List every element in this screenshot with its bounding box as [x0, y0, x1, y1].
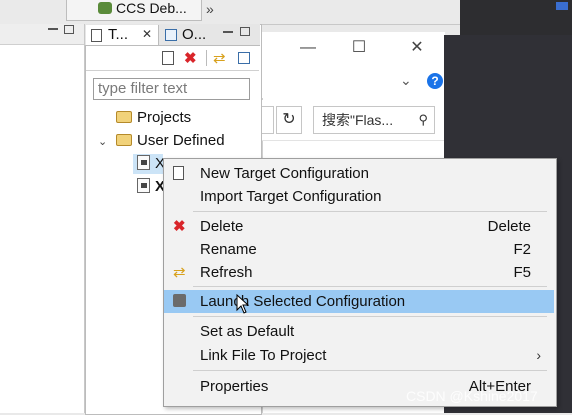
- explorer-refresh-button[interactable]: ↻: [276, 106, 302, 134]
- menu-separator: [193, 286, 547, 287]
- tab-outline[interactable]: O...: [160, 25, 214, 45]
- menu-separator: [193, 316, 547, 317]
- menu-item-new-target-configuration[interactable]: New Target Configuration: [164, 162, 554, 185]
- menu-item-link-file-to-project[interactable]: Link File To Project ›: [164, 344, 554, 367]
- mouse-cursor-icon: [236, 294, 250, 314]
- maximize-view-icon[interactable]: [240, 27, 250, 36]
- delete-icon[interactable]: ✖: [184, 49, 197, 67]
- menu-item-label: Properties: [200, 378, 269, 395]
- menu-item-rename[interactable]: Rename F2: [164, 238, 554, 261]
- menu-item-label: Rename: [200, 241, 257, 258]
- tree-item-user-defined[interactable]: ⌄ User Defined: [98, 131, 225, 151]
- close-tab-icon[interactable]: ✕: [142, 27, 152, 41]
- maximize-view-icon[interactable]: [64, 25, 74, 34]
- tree-item-config-selected[interactable]: X: [133, 154, 165, 174]
- outline-tab-title: O...: [182, 26, 207, 43]
- left-empty-view: [0, 24, 85, 413]
- delete-icon: ✖: [173, 218, 186, 235]
- menu-item-label: Delete: [200, 218, 244, 235]
- new-config-icon: [173, 166, 184, 180]
- menu-item-label: Set as Default: [200, 323, 295, 340]
- watermark: CSDN @Kshine2017: [406, 388, 538, 404]
- address-dropdown[interactable]: [262, 106, 274, 134]
- minimize-view-icon[interactable]: [48, 28, 58, 30]
- tab-target-configurations[interactable]: T... ✕: [86, 25, 159, 45]
- collapse-all-icon[interactable]: [238, 52, 250, 64]
- target-config-tab-icon: [91, 29, 102, 42]
- menu-item-label: Import Target Configuration: [200, 188, 382, 205]
- perspective-overflow-button[interactable]: »: [206, 0, 226, 20]
- minimize-view-icon[interactable]: [223, 31, 233, 33]
- menu-item-delete[interactable]: ✖ Delete Delete: [164, 215, 554, 238]
- refresh-icon: ⇄: [173, 264, 186, 281]
- tree-item-label: User Defined: [137, 132, 225, 149]
- launch-icon: [173, 294, 186, 307]
- folder-open-icon: [116, 134, 132, 146]
- expand-chevron-icon[interactable]: ⌄: [98, 132, 110, 152]
- refresh-icon[interactable]: ⇄: [213, 49, 226, 67]
- explorer-search-input[interactable]: 搜索"Flas... ⚲: [313, 106, 435, 134]
- menu-accelerator: F2: [513, 241, 531, 258]
- perspective-name: CCS Deb...: [116, 0, 187, 16]
- tree-item-label: Projects: [137, 109, 192, 126]
- submenu-arrow-icon: ›: [536, 347, 541, 363]
- menu-item-label: New Target Configuration: [200, 165, 369, 182]
- outline-tab-icon: [165, 29, 177, 41]
- menu-item-label: Launch Selected Configuration: [200, 293, 406, 310]
- tree-item-config[interactable]: X: [133, 177, 165, 197]
- target-config-file-icon: [137, 178, 150, 193]
- menu-item-import-target-configuration[interactable]: Import Target Configuration: [164, 185, 554, 208]
- menu-separator: [193, 370, 547, 371]
- menu-item-label: Refresh: [200, 264, 253, 281]
- target-config-file-icon: [137, 155, 150, 170]
- folder-icon: [116, 111, 132, 123]
- menu-item-refresh[interactable]: ⇄ Refresh F5: [164, 261, 554, 284]
- desktop-background: [460, 0, 572, 35]
- menu-item-launch-selected-configuration[interactable]: Launch Selected Configuration: [164, 290, 554, 313]
- window-close-button[interactable]: ✕: [405, 36, 429, 60]
- search-icon: ⚲: [418, 112, 428, 127]
- tree-item-projects[interactable]: Projects: [116, 108, 191, 128]
- chevron-down-icon[interactable]: ⌄: [400, 72, 412, 89]
- menu-item-set-as-default[interactable]: Set as Default: [164, 320, 554, 343]
- perspective-label[interactable]: CCS Deb...: [98, 0, 187, 16]
- menu-accelerator: F5: [513, 264, 531, 281]
- menu-separator: [193, 211, 547, 212]
- explorer-ribbon: [262, 64, 444, 98]
- filter-input[interactable]: type filter text: [93, 78, 250, 100]
- window-minimize-button[interactable]: —: [296, 36, 320, 60]
- menu-item-label: Link File To Project: [200, 347, 327, 364]
- new-config-icon[interactable]: [162, 51, 174, 65]
- toolbar-separator: [206, 50, 207, 66]
- window-maximize-button[interactable]: ☐: [347, 36, 371, 60]
- tab-title: T...: [108, 26, 129, 43]
- help-icon[interactable]: ?: [427, 73, 443, 89]
- search-placeholder: 搜索"Flas...: [322, 112, 394, 128]
- debug-bug-icon: [98, 2, 112, 14]
- menu-accelerator: Delete: [487, 218, 531, 235]
